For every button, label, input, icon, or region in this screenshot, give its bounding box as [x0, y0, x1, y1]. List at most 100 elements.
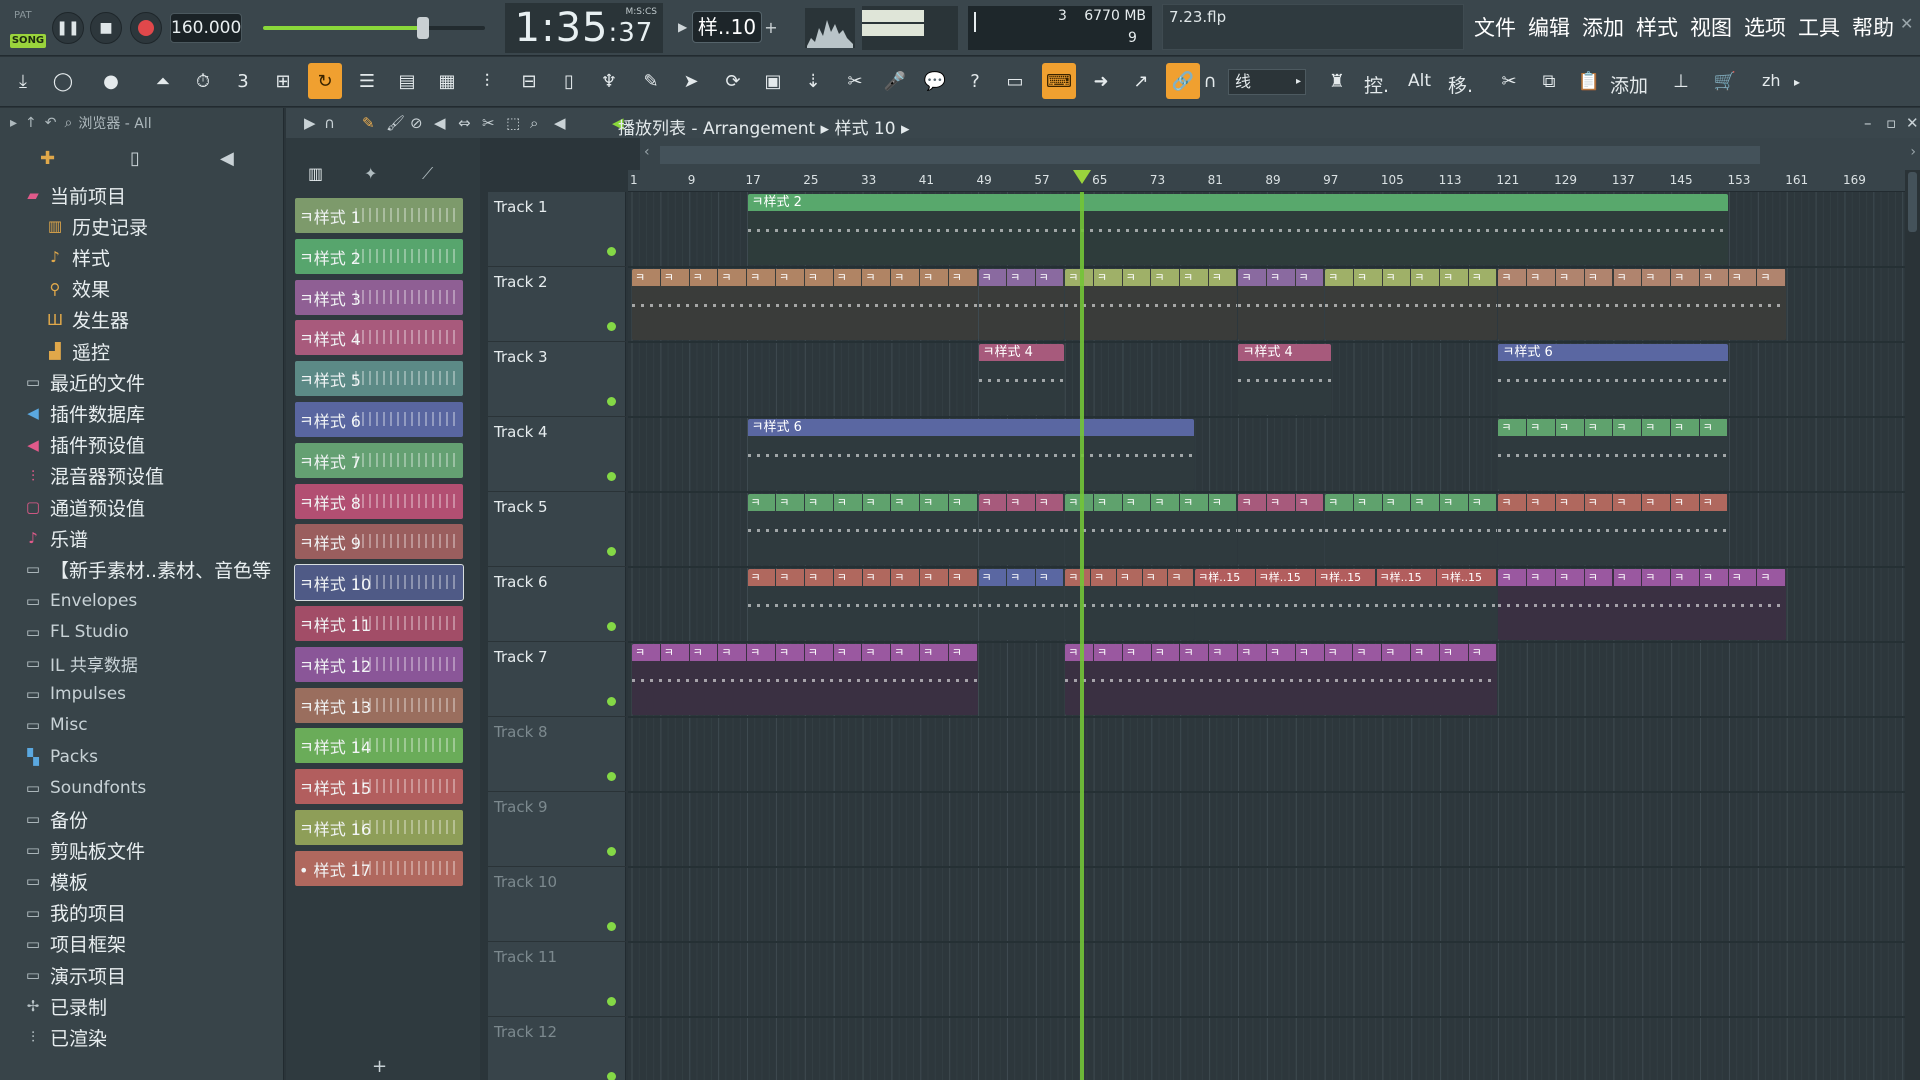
language-select[interactable]: zh: [1762, 71, 1781, 90]
snap-select[interactable]: 线 ▸: [1228, 69, 1306, 95]
alt-tool[interactable]: Alt: [1408, 71, 1431, 91]
track-header[interactable]: Track 10: [488, 867, 626, 942]
paste-icon[interactable]: 📋: [1572, 63, 1606, 99]
playback-icon[interactable]: ◀: [554, 114, 566, 132]
arrow-right-icon[interactable]: ➜: [1084, 63, 1118, 99]
track-mute-led[interactable]: [607, 997, 616, 1006]
metronome-icon[interactable]: ⏶: [146, 63, 180, 99]
menu-item[interactable]: 文件: [1474, 10, 1516, 46]
close-icon[interactable]: ✕: [1906, 114, 1919, 132]
tempo-display[interactable]: 160.000: [170, 13, 242, 43]
chevron-right-icon[interactable]: ▸: [10, 115, 17, 131]
track-mute-led[interactable]: [607, 922, 616, 931]
browser-item[interactable]: ♪ 乐谱: [0, 523, 88, 553]
record-button[interactable]: [130, 12, 162, 44]
playlist-clip[interactable]: ㅋㅋㅋㅋㅋㅋㅋㅋ: [1498, 494, 1729, 565]
playlist-clip[interactable]: ㅋ样式 2: [747, 194, 1729, 265]
playlist-clip[interactable]: ㅋㅋㅋ: [978, 569, 1065, 640]
song-time-display[interactable]: 1:35:37 M:S:CS: [505, 3, 663, 53]
export-icon[interactable]: ⇣: [796, 63, 830, 99]
playlist-clip[interactable]: ㅋㅋㅋㅋㅋㅋ: [1065, 269, 1238, 340]
browser-item[interactable]: ⫶ 已渲染: [0, 1022, 107, 1052]
browser-item[interactable]: ▭ Misc: [0, 710, 88, 740]
scroll-left-icon[interactable]: ‹: [644, 144, 650, 160]
track-header[interactable]: Track 11: [488, 942, 626, 1017]
pitch-knob-icon[interactable]: ●: [94, 63, 128, 99]
mixer-icon[interactable]: ⫶: [470, 63, 504, 99]
track-mute-led[interactable]: [607, 547, 616, 556]
automation-tab-icon[interactable]: ⟋: [422, 164, 433, 184]
track-mute-led[interactable]: [607, 622, 616, 631]
undo-icon[interactable]: ↶: [45, 115, 57, 131]
menu-item[interactable]: 样式: [1636, 10, 1678, 46]
track-header[interactable]: Track 8: [488, 717, 626, 792]
maximize-icon[interactable]: ▫: [1886, 114, 1896, 132]
shop-icon[interactable]: 🛒: [1708, 63, 1742, 99]
browser-item[interactable]: ▭ Soundfonts: [0, 773, 146, 803]
play-arrow-icon[interactable]: ▶: [304, 114, 316, 132]
browser-item[interactable]: ▭ 我的项目: [0, 898, 126, 928]
time-ruler[interactable]: 1 9 17 25 33 41 49 57 65 73 81 89 97 105 113 121 129 137 1…: [628, 170, 1920, 192]
track-header[interactable]: Track 1: [488, 192, 626, 267]
countdown-icon[interactable]: 3: [226, 63, 260, 99]
playlist-clip[interactable]: ㅋ样式 6: [747, 419, 1195, 490]
close-icon[interactable]: ✕: [1900, 14, 1913, 33]
files-tab-icon[interactable]: ▯: [130, 148, 140, 169]
browser-item[interactable]: ✢ 已录制: [0, 991, 107, 1021]
pattern-item[interactable]: ㅋ样式 11: [295, 606, 463, 641]
step-edit-icon[interactable]: ⊞: [266, 63, 300, 99]
slice-icon[interactable]: ✂: [482, 114, 495, 132]
playlist-clip[interactable]: ㅋㅋㅋㅋㅋㅋㅋㅋㅋㅋ: [1498, 269, 1787, 340]
pause-button[interactable]: ❚❚: [52, 12, 84, 44]
cut-icon[interactable]: ✂: [1492, 63, 1526, 99]
track-header[interactable]: Track 2: [488, 267, 626, 342]
browser-item[interactable]: ▟ 遥控: [0, 336, 110, 366]
pattern-item[interactable]: ㅋ样式 13: [295, 687, 463, 723]
slip-icon[interactable]: ⇔: [458, 114, 471, 132]
track-mute-led[interactable]: [607, 397, 616, 406]
browser-item[interactable]: ▢ 通道预设值: [0, 492, 145, 522]
minimize-icon[interactable]: –: [1856, 14, 1864, 33]
pen-icon[interactable]: ✎: [634, 63, 668, 99]
paint-icon[interactable]: 🖌: [386, 114, 405, 132]
browser-item[interactable]: ▭ 剪贴板文件: [0, 835, 145, 865]
menu-item[interactable]: 工具: [1798, 10, 1840, 46]
stop-button[interactable]: ■: [90, 12, 122, 44]
audio-tab-icon[interactable]: ◀: [220, 148, 234, 169]
track-mute-led[interactable]: [607, 472, 616, 481]
playlist-clip[interactable]: ㅋㅋㅋㅋㅋㅋ: [1325, 494, 1498, 565]
playlist-clip[interactable]: ㅋㅋㅋㅋㅋㅋㅋㅋㅋㅋㅋㅋ: [632, 644, 978, 715]
playlist-clip[interactable]: ㅋㅋㅋㅋㅋㅋㅋㅋㅋㅋㅋㅋ: [632, 269, 978, 340]
pattern-item[interactable]: ㅋ样式 14: [295, 728, 463, 764]
pattern-song-toggle[interactable]: PAT SONG: [8, 8, 48, 48]
playlist-clip[interactable]: ㅋㅋㅋ: [978, 269, 1065, 340]
metronome-knob-icon[interactable]: ◯: [46, 63, 80, 99]
playlist-grid[interactable]: ㅋ样式 2ㅋㅋㅋㅋㅋㅋㅋㅋㅋㅋㅋㅋㅋㅋㅋㅋㅋㅋㅋㅋㅋㅋㅋㅋㅋㅋㅋㅋㅋㅋㅋㅋㅋㅋㅋ…: [628, 192, 1920, 1080]
browser-item[interactable]: ◀ 插件数据库: [0, 398, 145, 428]
cut-tool-icon[interactable]: ✂: [838, 63, 872, 99]
pattern-item[interactable]: ㅋ样式 10: [294, 564, 464, 602]
insert-marker-icon[interactable]: ⊥: [1664, 63, 1698, 99]
wait-record-icon[interactable]: ⏱: [186, 63, 220, 99]
playlist-icon[interactable]: ☰: [350, 63, 384, 99]
help-icon[interactable]: ?: [958, 63, 992, 99]
playhead-marker-icon[interactable]: [1072, 170, 1091, 184]
typing-keyboard-icon[interactable]: ⌨: [1042, 63, 1076, 99]
pattern-item[interactable]: ㅋ样式 5: [295, 361, 463, 397]
browser-item[interactable]: ▭ FL Studio: [0, 617, 129, 647]
pattern-item[interactable]: ㅋ样式 16: [295, 810, 463, 845]
pattern-item[interactable]: ㅋ样式 6: [295, 402, 463, 437]
master-volume-knob[interactable]: [416, 17, 429, 39]
plugin-icon[interactable]: ♆: [592, 63, 626, 99]
track-header[interactable]: Track 5: [488, 492, 626, 567]
track-mute-led[interactable]: [607, 697, 616, 706]
chevron-right-icon[interactable]: ▸: [1794, 75, 1800, 89]
browser-item[interactable]: ▭ Envelopes: [0, 586, 137, 616]
arrangement-overview[interactable]: ‹ ›: [640, 138, 1920, 170]
search-icon[interactable]: ⌕: [65, 115, 73, 131]
browser-item[interactable]: ▭ Impulses: [0, 679, 126, 709]
pattern-item[interactable]: ㅋ样式 4: [295, 320, 463, 356]
slide-icon[interactable]: ↗: [1124, 63, 1158, 99]
playlist-clip[interactable]: ㅋ样..15 ㅋ样..15 ㅋ样..15 ㅋ样..15 ㅋ样..15: [1195, 569, 1498, 640]
menu-item[interactable]: 选项: [1744, 10, 1786, 46]
